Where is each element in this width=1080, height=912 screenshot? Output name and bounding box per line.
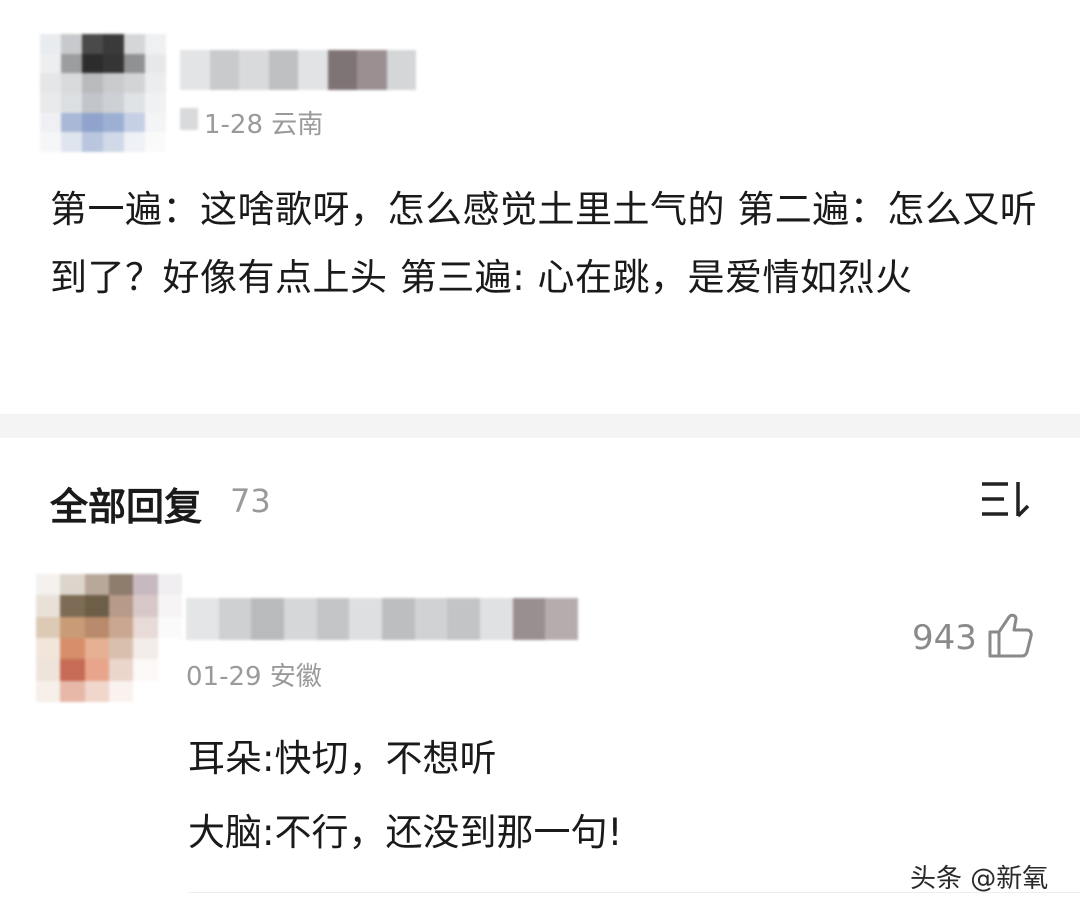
post-author-name[interactable]	[180, 50, 416, 90]
reply-line: 耳朵:快切，不想听	[188, 737, 497, 780]
watermark: 头条 @新氧	[910, 864, 1049, 894]
post-date-location: 1-28 云南	[204, 110, 324, 140]
post-author-badge	[180, 108, 198, 130]
post-content: 第一遍：这啥歌呀，怎么感觉土里土气的 第二遍：怎么又听到了？好像有点上头 第三遍…	[50, 188, 1038, 299]
replies-count: 73	[230, 482, 271, 520]
thumbs-up-icon[interactable]	[986, 610, 1036, 660]
reply-like-count: 943	[912, 618, 977, 658]
post-author-avatar[interactable]	[40, 34, 166, 152]
reply-line: 大脑:不行，还没到那一句!	[188, 811, 623, 854]
replies-title: 全部回复	[50, 485, 203, 529]
section-divider	[0, 414, 1080, 438]
reply-author-avatar[interactable]	[36, 574, 182, 702]
reply-content: 耳朵:快切，不想听 大脑:不行，还没到那一句!	[188, 722, 622, 870]
reply-date-location: 01-29 安徽	[186, 662, 322, 692]
sort-icon[interactable]	[980, 478, 1032, 522]
reply-author-name[interactable]	[186, 598, 578, 640]
